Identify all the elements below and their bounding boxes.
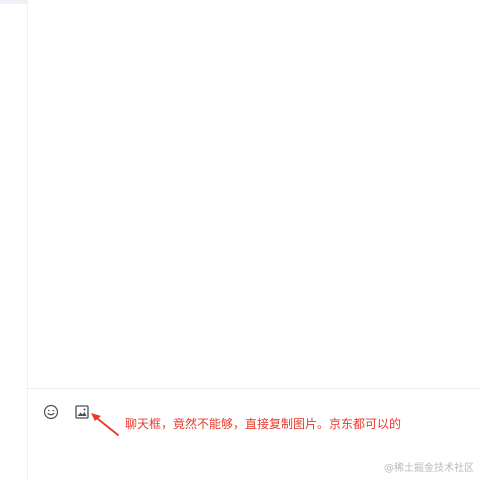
chat-page: 聊天框，竟然不能够，直接复制图片。京东都可以的 @稀土掘金技术社区 <box>0 0 480 480</box>
sidebar-active-indicator <box>0 0 27 4</box>
smiley-icon <box>43 404 59 420</box>
left-sidebar-strip <box>0 0 28 480</box>
emoji-button[interactable] <box>42 403 60 421</box>
watermark: @稀土掘金技术社区 <box>384 463 474 474</box>
chat-message-area <box>28 0 480 388</box>
annotation-arrow-icon <box>91 413 119 436</box>
annotation-text: 聊天框，竟然不能够，直接复制图片。京东都可以的 <box>125 417 402 431</box>
